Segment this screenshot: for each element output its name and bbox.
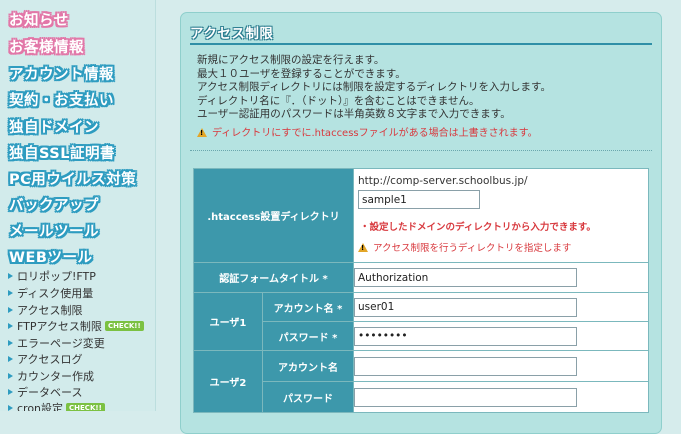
sidebar-item-contract-payment[interactable]: 契約・お支払い [9,89,114,110]
check-badge: CHECK!! [104,321,144,331]
sidebar-subitem-label: cron設定 [17,402,64,411]
user2-label: ユーザ2 [193,350,263,413]
triangle-right-icon [8,373,13,379]
user2-account-input[interactable] [354,356,577,376]
triangle-right-icon [8,273,13,279]
intro-line: ユーザー認証用のパスワードは半角英数８文字まで入力できます。 [197,108,511,120]
user1-label: ユーザ1 [193,292,263,351]
user1-account-input[interactable] [354,297,577,317]
warning-icon [197,127,207,137]
sidebar-subitem-access-log[interactable]: アクセスログ [8,351,82,367]
sidebar-subitem-label: データベース [17,386,83,399]
directory-input[interactable] [358,190,480,209]
intro-line: 最大１０ユーザを登録することができます。 [197,67,406,80]
user1-account-label: アカウント名 * [262,292,354,322]
user1-password-cell [353,321,649,351]
access-restriction-form: .htaccess設置ディレクトリ http://comp-server.sch… [193,168,649,413]
htaccess-overwrite-warning: ディレクトリにすでに.htaccessファイルがある場合は上書きされます。 [197,124,551,139]
title-divider [190,43,652,45]
sidebar-item-own-domain[interactable]: 独自ドメイン [9,116,99,137]
directory-warning: アクセス制限を行うディレクトリを指定します [358,240,571,254]
sidebar-subitem-label: ロリポップ!FTP [17,270,96,283]
triangle-right-icon [8,340,13,346]
directory-warning-text: アクセス制限を行うディレクトリを指定します [373,243,572,254]
sidebar-subitem-counter[interactable]: カウンター作成 [8,368,94,384]
sidebar-subitem-label: カウンター作成 [17,370,94,383]
sidebar-subitem-label: アクセス制限 [17,304,83,317]
base-url: http://comp-server.schoolbus.jp/ [358,175,528,187]
user1-password-input[interactable] [354,326,577,346]
user2-password-cell [353,381,649,413]
user2-password-input[interactable] [354,387,577,407]
sidebar-item-ssl[interactable]: 独自SSL証明書 [9,142,115,163]
sidebar-item-customer-info[interactable]: お客様情報 [9,36,84,57]
sidebar-subitem-database[interactable]: データベース [8,384,82,400]
sidebar-subitem-label: FTPアクセス制限 [17,320,102,333]
triangle-right-icon [8,323,13,329]
intro-line: ディレクトリ名に『．（ドット）』を含むことはできません。 [197,94,480,107]
sidebar-subitem-error-page[interactable]: エラーページ変更 [8,335,105,351]
triangle-right-icon [8,356,13,362]
htaccess-directory-label: .htaccess設置ディレクトリ [193,168,354,263]
auth-title-label: 認証フォームタイトル * [193,262,354,293]
sidebar-subitem-label: エラーページ変更 [17,337,105,350]
dotted-divider [190,150,652,151]
directory-note: ・設定したドメインのディレクトリから入力できます。 [360,222,596,233]
intro-text: 新規にアクセス制限の設定を行えます。 最大１０ユーザを登録することができます。 … [197,54,551,139]
sidebar-item-news[interactable]: お知らせ [9,9,69,30]
htaccess-directory-cell: http://comp-server.schoolbus.jp/ ・設定したドメ… [353,168,649,263]
auth-title-input[interactable] [354,268,577,287]
sidebar-item-antivirus[interactable]: PC用ウイルス対策 [9,168,136,189]
triangle-right-icon [8,405,13,411]
sidebar-item-mail-tools[interactable]: メールツール [9,220,99,241]
auth-title-cell [353,262,649,293]
sidebar-item-account-info[interactable]: アカウント情報 [9,63,114,84]
user2-account-label: アカウント名 [262,350,354,382]
sidebar-subitem-lolipop-ftp[interactable]: ロリポップ!FTP [8,268,96,284]
page-title: アクセス制限 [190,26,274,42]
user2-account-cell [353,350,649,382]
triangle-right-icon [8,290,13,296]
user1-password-label: パスワード * [262,321,354,351]
sidebar-subitem-label: アクセスログ [17,353,83,366]
sidebar-item-backup[interactable]: バックアップ [9,194,99,215]
sidebar-subitem-access-restriction[interactable]: アクセス制限 [8,302,82,318]
sidebar-subitem-disk-usage[interactable]: ディスク使用量 [8,285,93,301]
user1-account-cell [353,292,649,322]
sidebar-nav: お知らせ お客様情報 アカウント情報 契約・お支払い 独自ドメイン 独自SSL証… [0,0,156,411]
sidebar-item-web-tools[interactable]: WEBツール [9,246,92,267]
triangle-right-icon [8,307,13,313]
intro-line: 新規にアクセス制限の設定を行えます。 [197,54,385,66]
warning-text: ディレクトリにすでに.htaccessファイルがある場合は上書きされます。 [212,127,538,139]
content-panel: アクセス制限 新規にアクセス制限の設定を行えます。 最大１０ユーザを登録すること… [180,12,662,434]
sidebar-subitem-cron[interactable]: cron設定 CHECK!! [8,400,105,411]
sidebar-subitem-ftp-access-restriction[interactable]: FTPアクセス制限 CHECK!! [8,318,144,334]
check-badge: CHECK!! [66,403,105,411]
triangle-right-icon [8,389,13,395]
intro-line: アクセス制限ディレクトリには制限を設定するディレクトリを入力します。 [197,81,551,93]
user2-password-label: パスワード [262,381,354,413]
warning-icon [358,243,368,252]
sidebar-subitem-label: ディスク使用量 [17,287,94,300]
